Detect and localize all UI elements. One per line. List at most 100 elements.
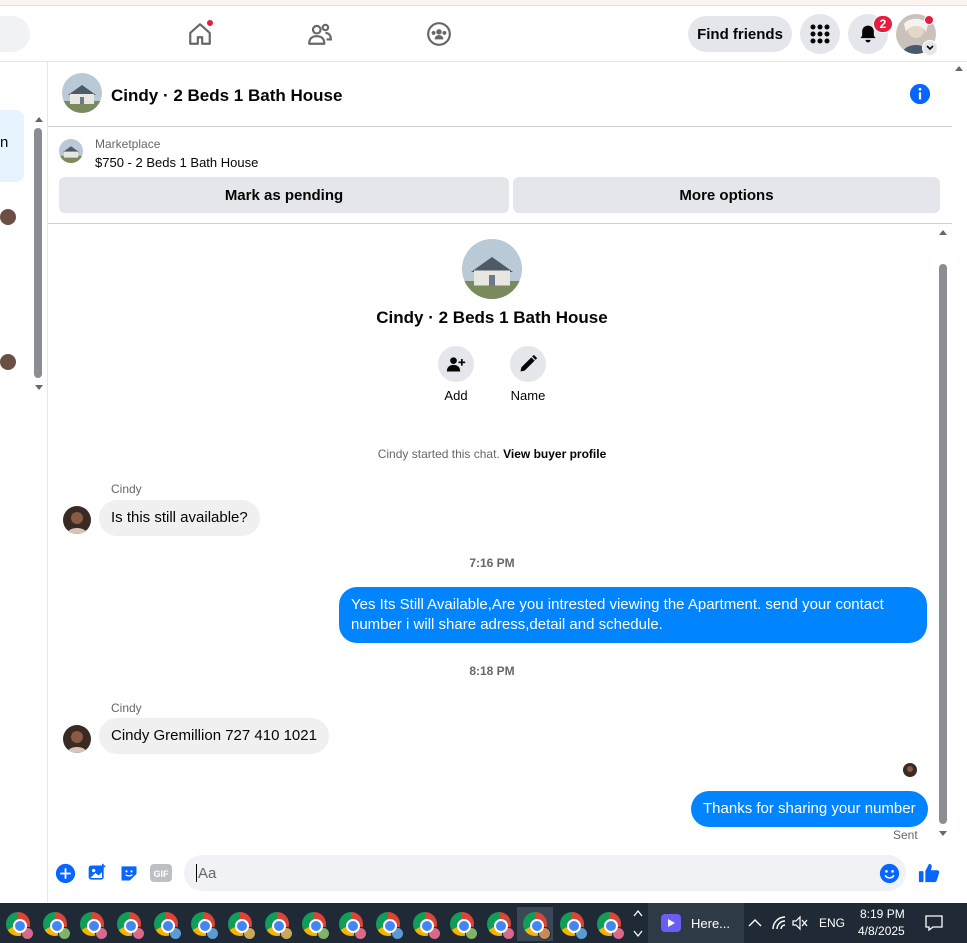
page-scroll-up-arrow[interactable] xyxy=(955,66,963,71)
taskbar-chrome-window[interactable] xyxy=(591,907,627,941)
chrome-icon xyxy=(597,912,625,940)
account-notification-dot xyxy=(924,15,934,25)
listing-title[interactable]: $750 - 2 Beds 1 Bath House xyxy=(95,155,258,170)
taskbar-chrome-window[interactable] xyxy=(37,907,73,941)
left-scroll-up-arrow[interactable] xyxy=(35,117,43,122)
message-timestamp: 8:18 PM xyxy=(469,664,515,678)
taskbar-chrome-window[interactable] xyxy=(444,907,480,941)
taskbar-search-text: Here... xyxy=(691,916,731,931)
chevron-down-icon xyxy=(926,45,934,51)
notification-center-icon[interactable] xyxy=(925,914,943,932)
chat-started-notice: Cindy started this chat. View buyer prof… xyxy=(48,447,936,461)
find-friends-button[interactable]: Find friends xyxy=(688,16,792,52)
home-nav-button[interactable] xyxy=(184,18,216,50)
image-icon xyxy=(88,863,106,880)
grid-menu-icon xyxy=(810,24,830,44)
taskbar-chrome-window[interactable] xyxy=(185,907,221,941)
groups-icon xyxy=(427,22,451,46)
chat-header: Cindy · 2 Beds 1 Bath House xyxy=(48,62,952,127)
left-scroll-down-arrow[interactable] xyxy=(35,385,43,390)
taskbar-chrome-window[interactable] xyxy=(259,907,295,941)
thread-scrollbar-thumb[interactable] xyxy=(939,264,947,824)
outgoing-message[interactable]: Yes Its Still Available,Are you intreste… xyxy=(339,587,927,643)
search-input-stub[interactable] xyxy=(0,16,30,52)
more-options-button[interactable]: More options xyxy=(513,177,940,213)
chrome-icon xyxy=(523,912,551,940)
chat-list-item-active[interactable]: n xyxy=(0,110,24,182)
friends-nav-button[interactable] xyxy=(304,18,336,50)
taskbar-chrome-window[interactable] xyxy=(407,907,443,941)
clock-time[interactable]: 8:19 PM xyxy=(860,907,905,921)
chrome-icon xyxy=(265,912,293,940)
name-action-label: Name xyxy=(510,388,546,403)
chevron-up-icon[interactable] xyxy=(747,915,763,931)
taskbar-chrome-window[interactable] xyxy=(111,907,147,941)
incoming-message[interactable]: Is this still available? xyxy=(99,500,260,536)
gif-button[interactable]: GIF xyxy=(150,862,172,884)
add-action-label: Add xyxy=(444,388,468,403)
gif-icon: GIF xyxy=(150,864,172,882)
taskbar-chrome-window[interactable] xyxy=(74,907,110,941)
conversation-avatar[interactable] xyxy=(62,73,102,113)
menu-button[interactable] xyxy=(800,14,840,54)
chrome-icon xyxy=(80,912,108,940)
chrome-icon xyxy=(450,912,478,940)
home-notification-dot xyxy=(206,19,214,27)
taskbar-chrome-window-active[interactable] xyxy=(517,907,553,941)
clock-date[interactable]: 4/8/2025 xyxy=(858,924,905,938)
message-input-placeholder: Aa xyxy=(198,864,217,882)
chrome-icon xyxy=(487,912,515,940)
sender-avatar[interactable] xyxy=(63,725,91,753)
thread-scroll-down-arrow[interactable] xyxy=(939,831,947,836)
seen-receipt-avatar xyxy=(903,763,917,777)
taskbar-chrome-window[interactable] xyxy=(0,907,36,941)
emoji-icon xyxy=(879,863,899,883)
taskbar-chrome-window[interactable] xyxy=(296,907,332,941)
incoming-message[interactable]: Cindy Gremillion 727 410 1021 xyxy=(99,718,329,754)
chat-list-avatar xyxy=(0,209,16,225)
thread-scroll-up-arrow[interactable] xyxy=(939,230,947,235)
outgoing-message[interactable]: Thanks for sharing your number xyxy=(691,791,928,827)
conversation-title[interactable]: Cindy · 2 Beds 1 Bath House xyxy=(111,86,342,106)
chrome-icon xyxy=(376,912,404,940)
groups-nav-button[interactable] xyxy=(423,18,455,50)
more-actions-button[interactable] xyxy=(54,862,76,884)
sender-name: Cindy xyxy=(111,701,142,715)
edit-name-action[interactable]: Name xyxy=(498,346,558,403)
add-member-action[interactable]: Add xyxy=(426,346,486,403)
left-scrollbar-thumb[interactable] xyxy=(34,128,42,378)
taskbar-overflow-arrows-icon[interactable] xyxy=(633,907,643,939)
account-menu-button[interactable] xyxy=(922,40,938,56)
like-button[interactable] xyxy=(918,862,940,884)
view-buyer-profile-link[interactable]: View buyer profile xyxy=(503,447,606,461)
taskbar-chrome-window[interactable] xyxy=(148,907,184,941)
taskbar-chrome-window[interactable] xyxy=(333,907,369,941)
message-timestamp: 7:16 PM xyxy=(469,556,515,570)
friends-icon xyxy=(308,23,332,45)
chrome-icon xyxy=(339,912,367,940)
taskbar-chrome-window[interactable] xyxy=(222,907,258,941)
chrome-icon xyxy=(43,912,71,940)
emoji-button[interactable] xyxy=(878,862,900,884)
language-indicator[interactable]: ENG xyxy=(819,916,845,930)
notifications-count-badge: 2 xyxy=(873,15,893,33)
sender-avatar[interactable] xyxy=(63,506,91,534)
thread-title: Cindy · 2 Beds 1 Bath House xyxy=(376,308,608,327)
chrome-icon xyxy=(154,912,182,940)
conversation-large-avatar[interactable] xyxy=(462,239,522,299)
info-icon[interactable] xyxy=(909,83,931,105)
mark-as-pending-button[interactable]: Mark as pending xyxy=(59,177,509,213)
taskbar-chrome-window[interactable] xyxy=(370,907,406,941)
plus-circle-icon xyxy=(55,863,75,883)
taskbar-chrome-window[interactable] xyxy=(554,907,590,941)
attach-media-button[interactable] xyxy=(86,862,108,884)
message-input[interactable]: Aa xyxy=(184,855,906,891)
chat-list-pane: n xyxy=(0,62,48,902)
windows-taskbar: Here... ENG 8:19 PM 4/8/2025 xyxy=(0,903,967,943)
sticker-button[interactable] xyxy=(118,862,140,884)
listing-thumbnail[interactable] xyxy=(59,139,83,163)
taskbar-chrome-window[interactable] xyxy=(481,907,517,941)
chat-started-text: Cindy started this chat. xyxy=(377,447,500,461)
volume-muted-icon[interactable] xyxy=(792,915,808,931)
network-icon[interactable] xyxy=(771,915,787,931)
